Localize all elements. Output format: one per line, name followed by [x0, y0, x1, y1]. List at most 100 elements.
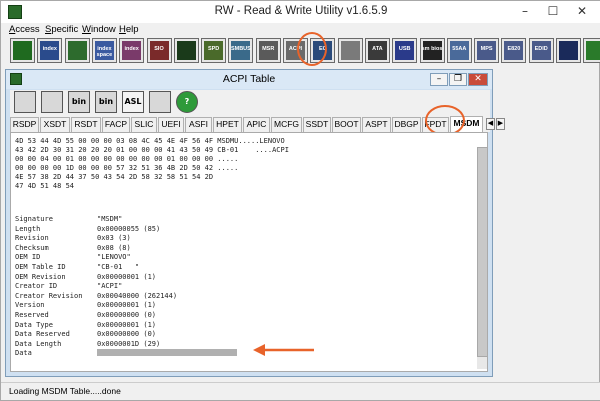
acpi-close-icon[interactable]: ✕: [468, 73, 488, 86]
command-icon[interactable]: [556, 38, 581, 63]
hex-line: 00 00 00 00 1D 00 00 00 57 32 51 36 4B 2…: [15, 164, 252, 172]
spd-icon-label: SPD: [207, 46, 220, 52]
sio-icon-label: SIO: [154, 46, 164, 52]
acpi-minimize-icon[interactable]: –: [430, 73, 448, 86]
e820-icon[interactable]: E820: [501, 38, 527, 63]
field-value: "MSDM": [97, 215, 123, 223]
field-value: 0x00000000 (0): [97, 330, 157, 339]
55aa-icon-label: 55AA: [452, 46, 467, 52]
chip-icon[interactable]: [583, 38, 600, 63]
index-icon-label: index: [42, 46, 57, 52]
tab-aspt[interactable]: ASPT: [362, 117, 391, 132]
status-bar: Loading MSDM Table.....done: [1, 382, 600, 400]
tab-xsdt[interactable]: XSDT: [40, 117, 70, 132]
field-value: 0x08 (8): [97, 243, 131, 252]
status-text: Loading MSDM Table.....done: [9, 386, 121, 396]
tab-asfi[interactable]: ASFI: [185, 117, 212, 132]
table-content: 4D 53 44 4D 55 00 00 00 03 08 4C 45 4E 4…: [10, 132, 488, 372]
field-label: Creator Revision: [15, 291, 83, 300]
redaction-box: [239, 156, 319, 184]
field-value: 0x00000000 (0): [97, 311, 157, 319]
field-label: Data Type: [15, 320, 53, 329]
index-icon[interactable]: index: [37, 38, 63, 63]
smbios-icon-label: sm bios: [421, 46, 443, 52]
field-value: "CB-01 ": [97, 263, 140, 271]
index-space-icon[interactable]: index space: [91, 38, 117, 63]
field-value: 0x00000001 (1): [97, 320, 157, 329]
edid-icon[interactable]: EDID: [528, 38, 554, 63]
55aa-icon[interactable]: 55AA: [446, 38, 472, 63]
field-label: Reserved: [15, 311, 49, 319]
hex-line: 4E 57 38 2D 44 37 50 43 54 2D 58 32 58 5…: [15, 173, 214, 181]
field-label: OEM Revision: [15, 272, 66, 281]
index-space-icon-label: index space: [96, 46, 113, 58]
pci-icon[interactable]: [10, 38, 35, 63]
close-icon[interactable]: ✕: [567, 3, 597, 20]
memory-icon-glyph: [67, 41, 87, 60]
tab-boot[interactable]: BOOT: [332, 117, 361, 132]
mps-icon[interactable]: MPS: [474, 38, 500, 63]
menu-help[interactable]: Help: [119, 24, 139, 35]
acpi-restore-icon[interactable]: ❐: [449, 73, 467, 86]
field-label: Checksum: [15, 243, 49, 252]
bin-icon[interactable]: bin: [68, 91, 90, 113]
help-icon[interactable]: ?: [176, 91, 198, 113]
data-value-redacted: [97, 349, 237, 356]
save-all-icon[interactable]: [41, 91, 63, 113]
field-label: Version: [15, 301, 45, 310]
field-label: Length: [15, 224, 41, 233]
menu-access[interactable]: Access: [9, 24, 40, 35]
acpi-toolbar: bin bin ASL?: [10, 90, 490, 116]
tab-scroll-left-icon[interactable]: ◀: [486, 118, 495, 130]
cmos-icon[interactable]: [337, 38, 363, 63]
field-value: 0x00000055 (85): [97, 224, 161, 233]
tab-rsdp[interactable]: RSDP: [10, 117, 39, 132]
memory-icon[interactable]: [64, 38, 90, 63]
tab-facp[interactable]: FACP: [102, 117, 130, 132]
chip-icon-glyph: [586, 41, 600, 60]
menu-bar: Access Specific Window Help: [1, 23, 600, 38]
smbus-icon-label: SMBUS: [230, 46, 251, 52]
index-mem-icon[interactable]: index: [119, 38, 145, 63]
spd-icon[interactable]: SPD: [201, 38, 227, 63]
field-label: Data Reserved: [15, 330, 70, 339]
tab-dbgp[interactable]: DBGP: [392, 117, 421, 132]
tab-apic[interactable]: APIC: [243, 117, 270, 132]
bin-all-icon[interactable]: bin: [95, 91, 117, 113]
minimize-icon[interactable]: –: [511, 3, 539, 20]
pci-icon-glyph: [13, 41, 32, 60]
tab-rsdt[interactable]: RSDT: [71, 117, 101, 132]
menu-specific[interactable]: Specific: [45, 24, 78, 35]
field-label: Creator ID: [15, 282, 58, 291]
vertical-scrollbar[interactable]: [477, 147, 487, 369]
maximize-icon[interactable]: ☐: [539, 3, 567, 20]
save-icon[interactable]: [14, 91, 36, 113]
ata-icon[interactable]: ATA: [364, 38, 390, 63]
field-label: Data: [15, 349, 32, 358]
tab-ssdt[interactable]: SSDT: [303, 117, 331, 132]
msr-icon[interactable]: MSR: [255, 38, 281, 63]
tab-slic[interactable]: SLIC: [131, 117, 157, 132]
tab-hpet[interactable]: HPET: [213, 117, 242, 132]
acpi-title-bar: ACPI Table – ❐ ✕: [6, 70, 492, 89]
smbios-icon[interactable]: sm bios: [419, 38, 445, 63]
title-bar: RW - Read & Write Utility v1.6.5.9 – ☐ ✕: [1, 1, 600, 23]
usb-icon[interactable]: USB: [392, 38, 418, 63]
binoculars-icon[interactable]: [149, 91, 171, 113]
field-value: 0x00040000 (262144): [97, 291, 178, 300]
smbus-icon[interactable]: SMBUS: [228, 38, 254, 63]
tab-uefi[interactable]: UEFI: [158, 117, 184, 132]
msr-icon-label: MSR: [262, 46, 275, 52]
sio-icon[interactable]: SIO: [146, 38, 172, 63]
scrollbar-thumb[interactable]: [477, 147, 487, 357]
field-value: "ACPI": [97, 282, 123, 291]
usb-icon-label: USB: [398, 46, 411, 52]
menu-window[interactable]: Window: [82, 24, 116, 35]
app-window: RW - Read & Write Utility v1.6.5.9 – ☐ ✕…: [0, 0, 600, 401]
asl-icon[interactable]: ASL: [122, 91, 144, 113]
waveform-icon[interactable]: [173, 38, 199, 63]
field-value: 0x00000001 (1): [97, 301, 157, 310]
field-label: OEM ID: [15, 253, 41, 262]
tab-mcfg[interactable]: MCFG: [271, 117, 302, 132]
tab-scroll-right-icon[interactable]: ▶: [496, 118, 505, 130]
